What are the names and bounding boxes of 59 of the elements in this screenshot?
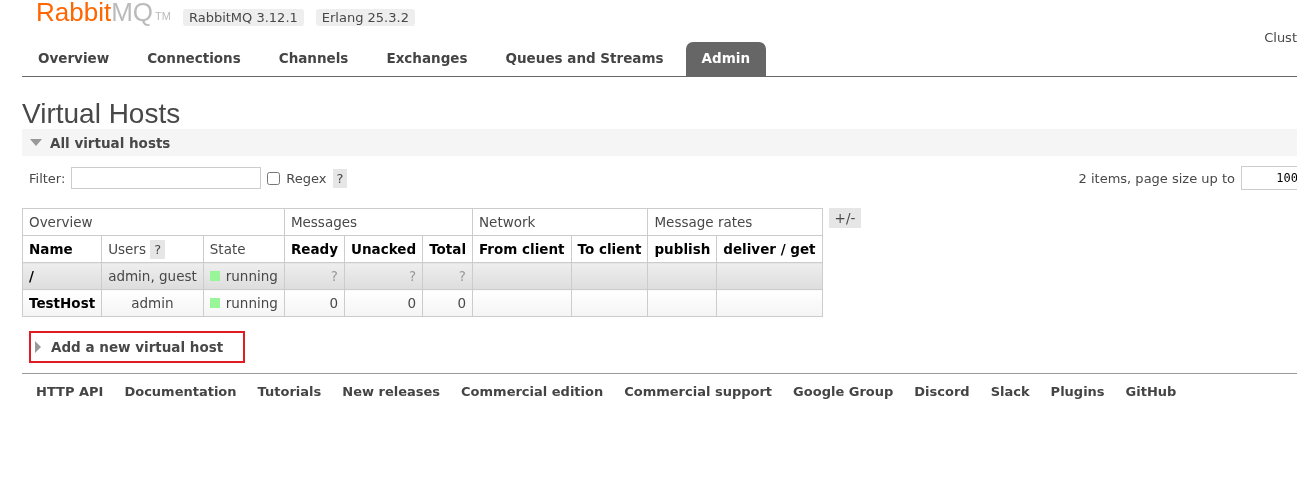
- column-header: Name: [22, 235, 102, 263]
- nav-tab[interactable]: Exchanges: [370, 42, 484, 76]
- column-header: Total: [422, 235, 473, 263]
- help-button[interactable]: ?: [150, 240, 166, 259]
- group-header: Network: [472, 208, 648, 236]
- group-header: Messages: [284, 208, 473, 236]
- footer-link[interactable]: Slack: [990, 384, 1030, 399]
- footer-link[interactable]: Plugins: [1050, 384, 1105, 399]
- table-cell: 0: [344, 289, 423, 317]
- nav-tab[interactable]: Connections: [131, 42, 257, 76]
- column-header: Ready: [284, 235, 345, 263]
- table-cell[interactable]: /: [22, 262, 102, 290]
- table-cell: ?: [344, 262, 423, 290]
- table-cell: running: [203, 262, 285, 290]
- footer-link[interactable]: Discord: [914, 384, 970, 399]
- version-badge: RabbitMQ 3.12.1: [182, 9, 304, 26]
- column-header: To client: [571, 235, 648, 263]
- columns-toggle-button[interactable]: +/-: [828, 208, 862, 228]
- footer-link[interactable]: New releases: [342, 384, 441, 399]
- nav-tab[interactable]: Overview: [22, 42, 126, 76]
- nav-tab[interactable]: Admin: [685, 42, 766, 76]
- column-header: Users ?: [101, 235, 204, 263]
- table-cell: running: [203, 289, 285, 317]
- footer-link[interactable]: Tutorials: [257, 384, 322, 399]
- footer-link[interactable]: Commercial edition: [461, 384, 604, 399]
- nav-tab[interactable]: Channels: [262, 42, 365, 76]
- table-cell[interactable]: TestHost: [22, 289, 102, 317]
- footer-link[interactable]: GitHub: [1125, 384, 1177, 399]
- section-title: All virtual hosts: [50, 134, 171, 151]
- table-cell: admin: [101, 289, 204, 317]
- column-header: Unacked: [344, 235, 423, 263]
- filter-field[interactable]: [71, 167, 262, 189]
- column-header: deliver / get: [716, 235, 823, 263]
- page-size-field[interactable]: 100: [1241, 166, 1297, 190]
- footer-link[interactable]: HTTP API: [36, 384, 104, 399]
- column-header: publish: [647, 235, 717, 263]
- group-header: Message rates: [647, 208, 823, 236]
- footer-link[interactable]: Google Group: [793, 384, 894, 399]
- help-button[interactable]: ?: [332, 168, 348, 188]
- regex-label: Regex: [286, 170, 327, 186]
- page-title: Virtual Hosts: [22, 99, 182, 129]
- column-header: From client: [472, 235, 572, 263]
- table-cell: admin, guest: [101, 262, 204, 290]
- column-header: State: [203, 235, 285, 263]
- group-header: Overview: [22, 208, 285, 236]
- section-title: Add a new virtual host: [51, 339, 224, 355]
- caret-icon: [30, 139, 42, 146]
- caret-icon: [35, 341, 41, 353]
- item-count: 2 items, page size up to: [1078, 170, 1235, 186]
- section-header[interactable]: All virtual hosts: [22, 129, 1297, 156]
- cluster-label: Clust: [1264, 30, 1297, 45]
- footer-link[interactable]: Documentation: [124, 384, 237, 399]
- regex-checkbox[interactable]: [267, 171, 281, 185]
- footer-link[interactable]: Commercial support: [624, 384, 773, 399]
- filter-label: Filter:: [29, 170, 66, 186]
- add-vhost-header[interactable]: Add a new virtual host: [29, 331, 246, 363]
- nav-tab[interactable]: Queues and Streams: [489, 42, 680, 76]
- logo: RabbitMQ TM: [36, 0, 171, 29]
- version-badge: Erlang 25.3.2: [315, 9, 415, 26]
